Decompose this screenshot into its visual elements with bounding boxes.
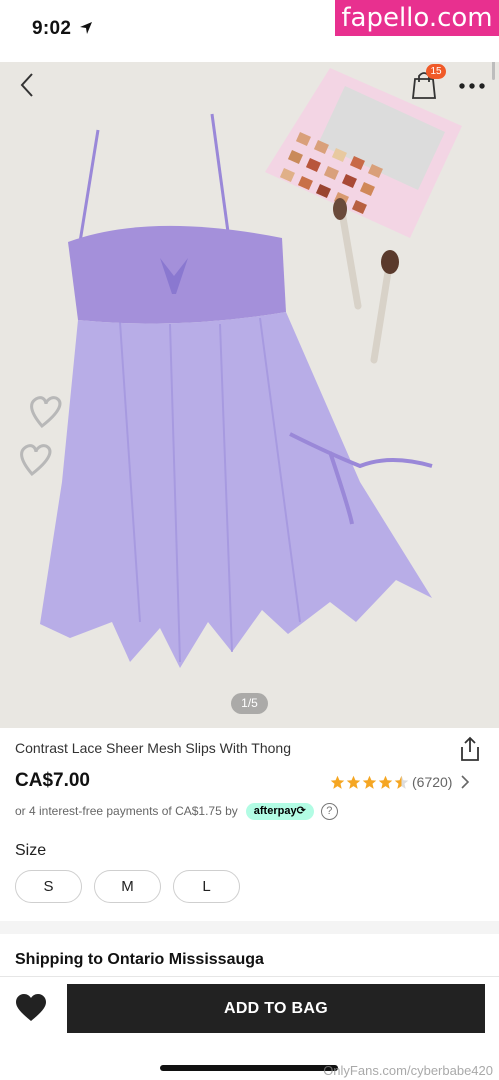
afterpay-logo: afterpay⟳: [245, 802, 314, 820]
more-options-icon[interactable]: [458, 82, 486, 90]
home-indicator: [160, 1065, 338, 1071]
star-full-icon: [378, 775, 393, 789]
share-icon[interactable]: [458, 736, 482, 762]
star-full-icon: [362, 775, 377, 789]
size-option-l[interactable]: L: [173, 870, 240, 903]
add-to-bag-button[interactable]: ADD TO BAG: [67, 984, 485, 1033]
status-time: 9:02: [32, 18, 72, 39]
image-pager-indicator: 1/5: [231, 693, 268, 714]
star-full-icon: [330, 775, 345, 789]
back-chevron-icon[interactable]: [14, 70, 42, 100]
location-arrow-icon: [80, 22, 92, 34]
product-image-gallery[interactable]: 15 1/5: [0, 62, 499, 728]
bottom-action-bar: ADD TO BAG OnlyFans.com/cyberbabe420: [0, 976, 499, 1080]
star-full-icon: [346, 775, 361, 789]
shipping-destination[interactable]: Shipping to Ontario Mississauga: [15, 951, 264, 969]
installments-row: or 4 interest-free payments of CA$1.75 b…: [15, 802, 338, 820]
size-label: Size: [15, 842, 47, 859]
heart-earrings-image: [20, 396, 62, 477]
rating-count: (6720): [412, 774, 453, 790]
size-options: S M L: [15, 870, 252, 903]
watermark-bottom: OnlyFans.com/cyberbabe420: [323, 1063, 493, 1078]
star-half-icon: [394, 775, 409, 789]
product-title: Contrast Lace Sheer Mesh Slips With Thon…: [15, 740, 291, 756]
size-option-s[interactable]: S: [15, 870, 82, 903]
chevron-right-icon: [461, 775, 470, 789]
heart-icon[interactable]: [16, 994, 46, 1022]
product-price: CA$7.00: [15, 770, 90, 791]
watermark-top: fapello.com: [335, 0, 499, 36]
size-option-m[interactable]: M: [94, 870, 161, 903]
bag-count-badge: 15: [426, 64, 446, 79]
help-icon[interactable]: ?: [320, 802, 338, 820]
section-divider: [0, 921, 499, 934]
scrollbar-thumb: [492, 62, 495, 80]
rating-summary[interactable]: (6720): [330, 772, 470, 792]
product-photo: [20, 68, 462, 668]
installments-text: or 4 interest-free payments of CA$1.75 b…: [15, 804, 238, 818]
